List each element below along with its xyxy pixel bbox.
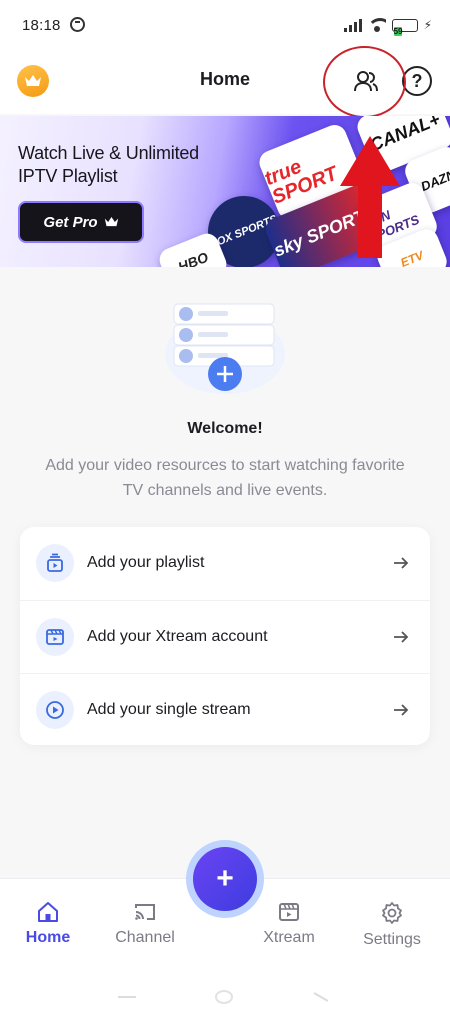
add-playlist-row[interactable]: Add your playlist: [20, 527, 430, 599]
add-xtream-row[interactable]: Add your Xtream account: [20, 600, 430, 672]
nav-home[interactable]: Home: [3, 901, 93, 947]
gear-icon: [382, 902, 402, 924]
battery-level: 59: [393, 26, 403, 36]
banner-title: Watch Live & Unlimited IPTV Playlist: [18, 143, 199, 186]
crown-icon: [104, 217, 118, 227]
welcome-illustration: [165, 303, 285, 394]
nav-channel[interactable]: Channel: [100, 901, 190, 947]
nav-settings[interactable]: Settings: [347, 901, 437, 949]
system-nav-bar: [0, 974, 450, 1024]
arrow-right-icon: [394, 630, 409, 643]
sync-icon: [70, 17, 85, 32]
back-button[interactable]: [313, 992, 329, 1002]
recents-button[interactable]: [118, 996, 136, 998]
playlist-icon: [36, 544, 74, 582]
arrow-right-icon: [394, 557, 409, 569]
nav-home-label: Home: [25, 929, 71, 946]
get-pro-label: Get Pro: [43, 213, 98, 231]
add-stream-row[interactable]: Add your single stream: [20, 673, 430, 745]
add-resource-card: Add your playlist Add your Xtream accoun…: [20, 527, 430, 745]
status-time: 18:18: [22, 17, 61, 34]
annotation-circle: [323, 46, 406, 118]
home-system-button[interactable]: [215, 990, 233, 1004]
clapperboard-icon: [36, 617, 74, 656]
cast-icon: [135, 904, 155, 920]
get-pro-button[interactable]: Get Pro: [18, 201, 144, 243]
clapperboard-icon: [279, 903, 299, 921]
status-icons: 59 ⚡: [343, 18, 432, 36]
add-xtream-label: Add your Xtream account: [87, 627, 268, 645]
battery-icon: 59: [391, 18, 418, 36]
add-fab-button[interactable]: +: [186, 840, 264, 918]
play-circle-icon: [36, 690, 74, 729]
nav-xtream-label: Xtream: [263, 929, 315, 946]
plus-icon: +: [193, 847, 257, 911]
wifi-icon: [367, 18, 386, 32]
help-button[interactable]: ?: [402, 66, 432, 96]
nav-settings-label: Settings: [363, 931, 421, 948]
nav-xtream[interactable]: Xtream: [244, 901, 334, 947]
welcome-text: Add your video resources to start watchi…: [45, 457, 405, 499]
welcome-title: Welcome!: [187, 420, 263, 437]
help-icon: ?: [411, 70, 423, 91]
nav-channel-label: Channel: [115, 929, 175, 946]
annotation-arrow: [340, 136, 400, 258]
home-icon: [38, 902, 58, 922]
status-bar: 18:18 59 ⚡: [0, 0, 450, 52]
add-playlist-label: Add your playlist: [87, 554, 205, 571]
signal-icon: [343, 18, 362, 32]
add-stream-label: Add your single stream: [87, 700, 251, 718]
arrow-right-icon: [394, 703, 409, 716]
charging-icon: ⚡: [423, 18, 432, 32]
